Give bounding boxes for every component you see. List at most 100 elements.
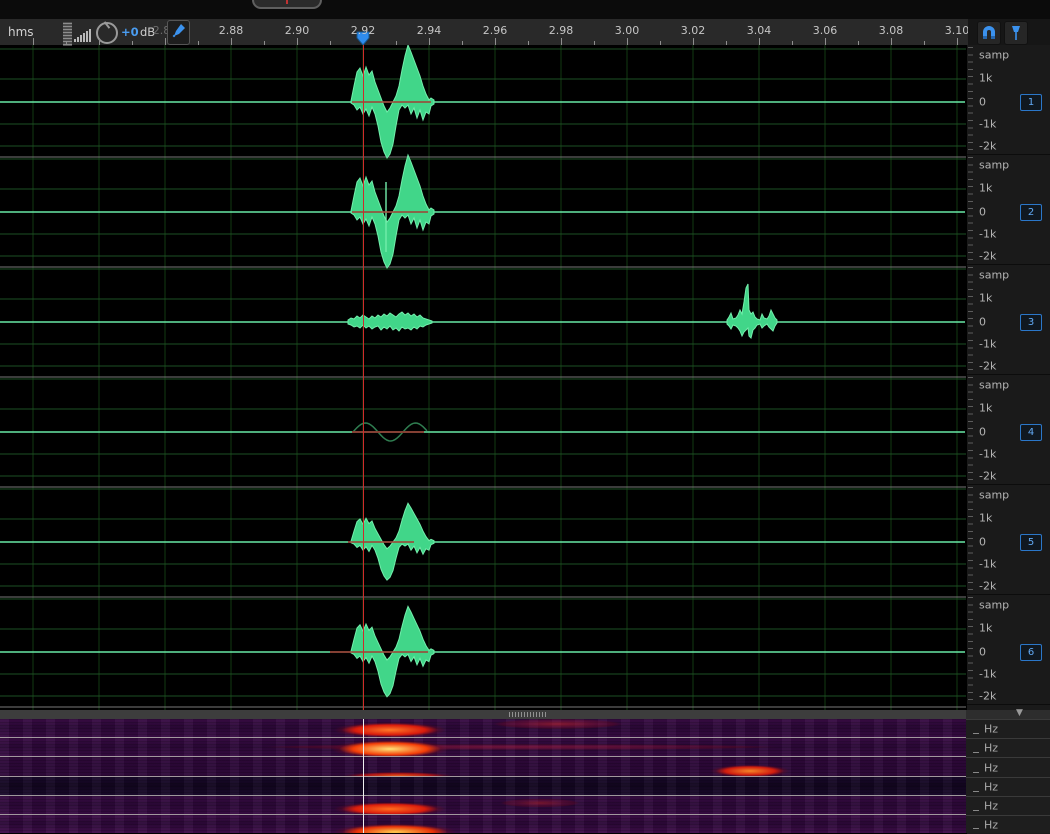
timeline-ruler[interactable]: hms +0 dB 2.86 2.882.902.922.942.962.983… (0, 19, 968, 45)
scale-label: -1k (979, 118, 996, 131)
spectrogram-strip[interactable] (0, 738, 966, 757)
scale-label: -2k (979, 690, 996, 703)
spectrogram-section[interactable] (0, 719, 966, 833)
hz-tick (973, 810, 979, 811)
audio-editor-window: hms +0 dB 2.86 2.882.902.922.942.962.983… (0, 0, 1050, 834)
spectrogram-strip[interactable] (0, 815, 966, 833)
scale-label: 0 (979, 646, 986, 659)
strip-separator (0, 795, 966, 796)
channel-number-badge[interactable]: 5 (1020, 534, 1042, 551)
hz-row: Hz (966, 757, 1050, 777)
hz-tick (973, 752, 979, 753)
ruler-tick (693, 38, 694, 45)
channel-number-badge[interactable]: 1 (1020, 94, 1042, 111)
scale-label: 0 (979, 536, 986, 549)
ruler-label: 3.02 (681, 24, 706, 37)
snap-button[interactable] (977, 21, 1001, 45)
ruler-tick (297, 38, 298, 45)
scale-label: -2k (979, 250, 996, 263)
scale-label: 1k (979, 512, 992, 525)
section-divider-bar[interactable] (0, 710, 966, 719)
hz-row: Hz (966, 719, 1050, 738)
scale-label: -1k (979, 338, 996, 351)
level-meter-icon[interactable] (74, 27, 94, 42)
scale-label: samp (979, 379, 1009, 392)
scale-label: 0 (979, 206, 986, 219)
scale-label: 1k (979, 402, 992, 415)
track-scale-group: samp1k0-1k-2k3 (967, 265, 1050, 375)
channel-number-badge[interactable]: 2 (1020, 204, 1042, 221)
ruler-tick (33, 38, 34, 45)
ruler-label: 3.04 (747, 24, 772, 37)
divider-bar-right (966, 710, 1050, 719)
pin-playhead-button[interactable] (167, 20, 190, 45)
track-scale-group: samp1k0-1k-2k1 (967, 45, 1050, 155)
spectrogram-strip[interactable] (0, 719, 966, 738)
scale-label: -2k (979, 470, 996, 483)
hz-label: Hz (984, 723, 998, 736)
track-scale-group: samp 1k 0 -1k -2k 5 (967, 485, 1050, 595)
hz-label: Hz (984, 800, 998, 813)
scale-label: 1k (979, 72, 992, 85)
scale-label: samp (979, 599, 1009, 612)
scale-label: -1k (979, 448, 996, 461)
channel-number-badge[interactable]: 3 (1020, 314, 1042, 331)
scale-label: samp (979, 49, 1009, 62)
ruler-tick (759, 38, 760, 45)
scale-label: -2k (979, 580, 996, 593)
ruler-tick (165, 38, 166, 45)
scale-label: -2k (979, 360, 996, 373)
scale-label: samp (979, 489, 1009, 502)
pin-icon (168, 21, 187, 42)
hz-tick (973, 791, 979, 792)
channel-number-badge[interactable]: 6 (1020, 644, 1042, 661)
ruler-tick (957, 38, 958, 45)
playhead-line[interactable] (363, 45, 364, 710)
ruler-tick (495, 38, 496, 45)
ruler-tick (99, 38, 100, 45)
spectro-options-caret-icon[interactable]: ▼ (1016, 708, 1023, 718)
hz-row: Hz (966, 796, 1050, 815)
hz-tick (973, 733, 979, 734)
spectrogram-playhead-line (363, 719, 364, 833)
ruler-label: 2.94 (417, 24, 442, 37)
ruler-tick (231, 38, 232, 45)
scale-label: -1k (979, 668, 996, 681)
strip-separator (0, 776, 966, 777)
scale-label: -1k (979, 558, 996, 571)
hz-label: Hz (984, 818, 998, 831)
hz-label: Hz (984, 761, 998, 774)
ruler-tick (825, 38, 826, 45)
scale-label: 0 (979, 96, 986, 109)
ruler-label: 3.06 (813, 24, 838, 37)
waveform-display[interactable] (0, 45, 966, 710)
hz-tick (973, 772, 979, 773)
scale-ticks (968, 47, 973, 153)
ruler-label: 2.90 (285, 24, 310, 37)
time-format-label: hms (8, 25, 34, 39)
hz-label: Hz (984, 742, 998, 755)
spectrogram-strip[interactable] (0, 777, 966, 796)
ruler-tick (429, 38, 430, 45)
magnet-icon (978, 22, 1000, 44)
divider-grip-icon[interactable] (509, 712, 547, 717)
channel-number-badge[interactable]: 4 (1020, 424, 1042, 441)
scale-label: 1k (979, 182, 992, 195)
top-strip (0, 0, 1050, 19)
scale-ticks (968, 487, 973, 593)
track-scale-group: samp 1k 0 -1k -2k 4 (967, 375, 1050, 485)
spectrogram-strip[interactable] (0, 757, 966, 777)
ruler-label: 2.92 (351, 24, 376, 37)
scale-label: -1k (979, 228, 996, 241)
gain-value: +0 (121, 25, 139, 39)
marker-button[interactable] (1004, 21, 1028, 45)
scale-ticks (968, 157, 973, 263)
spectrogram-strip[interactable] (0, 796, 966, 815)
strip-separator (0, 737, 966, 738)
ruler-label: 3.08 (879, 24, 904, 37)
toolbar-drag-handle[interactable] (61, 20, 74, 48)
track-scale-group: samp1k0-1k-2k6 (967, 595, 1050, 705)
scale-label: 0 (979, 426, 986, 439)
ruler-tick (891, 38, 892, 45)
strip-separator (0, 814, 966, 815)
